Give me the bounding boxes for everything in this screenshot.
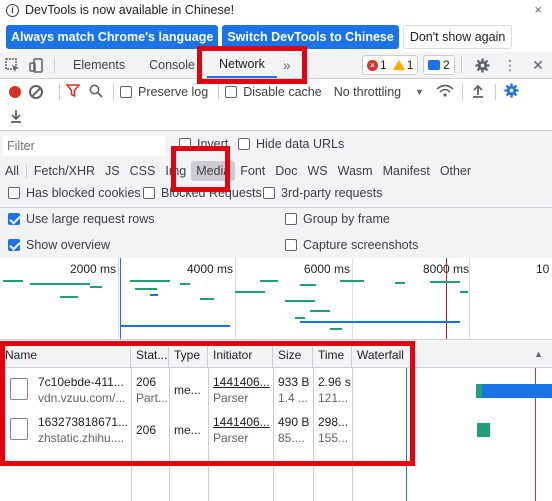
type-filter-ws[interactable]: WS [302,161,332,181]
inspect-element-icon[interactable] [0,52,24,78]
filter-input[interactable] [3,136,165,156]
highlight-requests-box [0,341,415,466]
type-filter-font[interactable]: Font [235,161,270,181]
highlight-media-filter-box [171,146,230,192]
warning-count: 1 [406,58,414,72]
messages-counter[interactable]: 2 [423,55,455,75]
preserve-log-label: Preserve log [138,85,209,99]
disable-cache-check[interactable] [225,86,238,98]
type-filter-doc[interactable]: Doc [270,161,302,181]
type-filter-all[interactable]: All [0,161,24,181]
third-party-check[interactable] [263,187,275,199]
timeline-overview[interactable]: 2000 ms 4000 ms 6000 ms 8000 ms 10 [0,258,552,340]
message-icon [428,60,440,70]
waterfall-bar [481,423,490,437]
network-settings-gear-icon[interactable] [504,83,519,101]
load-event-line [446,258,447,339]
dropdown-arrow-icon: ▼ [415,87,425,97]
blocked-requests-check[interactable] [143,187,155,199]
throttling-select[interactable]: No throttling ▼ [334,85,424,99]
large-rows-checkbox[interactable]: Use large request rows [8,212,155,226]
filter-panel: Invert Hide data URLs All Fetch/XHR JS C… [0,131,552,258]
type-filter-css[interactable]: CSS [125,161,161,181]
waterfall-bar [482,384,552,398]
match-language-button[interactable]: Always match Chrome's language [6,25,219,49]
type-filter-manifest[interactable]: Manifest [378,161,435,181]
network-toolbar-row2 [0,105,552,131]
tab-elements[interactable]: Elements [61,52,137,78]
record-icon[interactable] [9,86,21,98]
hide-data-urls-label: Hide data URLs [256,137,345,151]
blocked-cookies-check[interactable] [8,187,20,199]
message-count: 2 [443,58,450,72]
capture-screenshots-checkbox[interactable]: Capture screenshots [285,238,418,252]
device-toolbar-icon[interactable] [24,52,48,78]
network-conditions-icon[interactable] [436,84,454,101]
error-count: 1 [380,58,387,72]
group-by-frame-check[interactable] [285,213,297,225]
blocked-cookies-label: Has blocked cookies [26,186,141,200]
language-infobar: i DevTools is now available in Chinese! … [0,0,552,52]
close-devtools-icon[interactable]: ✕ [524,52,552,78]
search-icon[interactable] [89,84,103,101]
clear-icon[interactable] [29,85,43,99]
type-filter-wasm[interactable]: Wasm [333,161,378,181]
import-har-icon[interactable] [471,84,485,101]
filter-funnel-icon[interactable] [65,84,81,100]
hide-data-urls-check[interactable] [238,138,250,150]
throttling-value: No throttling [333,85,402,99]
infobar-close-button[interactable]: × [534,2,542,17]
hide-data-urls-checkbox[interactable]: Hide data URLs [238,137,344,151]
warning-icon [392,60,405,70]
infobar-message-row: i DevTools is now available in Chinese! [6,3,234,17]
show-overview-checkbox[interactable]: Show overview [8,238,110,252]
show-overview-check[interactable] [8,239,20,251]
kebab-menu-icon[interactable]: ⋮ [496,52,524,78]
third-party-label: 3rd-party requests [281,186,383,200]
capture-screenshots-check[interactable] [285,239,297,251]
resource-type-filters: All Fetch/XHR JS CSS Img Media Font Doc … [0,160,476,182]
large-rows-check[interactable] [8,213,20,225]
overview-tick-2000: 2000 ms [70,262,117,276]
dont-show-again-button[interactable]: Don't show again [402,25,513,49]
disable-cache-checkbox[interactable]: Disable cache [225,85,322,99]
issue-counters[interactable]: × 1 1 [362,55,419,75]
group-by-frame-label: Group by frame [303,212,390,226]
large-rows-label: Use large request rows [26,212,155,226]
show-overview-label: Show overview [26,238,111,252]
blocked-cookies-checkbox[interactable]: Has blocked cookies [8,186,141,200]
sort-arrow-icon[interactable]: ▲ [534,349,543,359]
type-filter-js[interactable]: JS [100,161,125,181]
third-party-checkbox[interactable]: 3rd-party requests [263,186,382,200]
info-icon: i [6,3,19,17]
type-filter-fetch-xhr[interactable]: Fetch/XHR [29,161,100,181]
overview-tick-4000: 4000 ms [187,262,234,276]
infobar-message: DevTools is now available in Chinese! [25,3,235,17]
dom-content-loaded-line [120,258,121,339]
group-by-frame-checkbox[interactable]: Group by frame [285,212,390,226]
highlight-network-tab-box [197,46,307,84]
capture-screenshots-label: Capture screenshots [303,238,419,252]
preserve-log-check[interactable] [120,86,132,98]
overview-tick-10000: 10 [536,262,550,276]
settings-gear-icon[interactable] [468,52,496,78]
overview-tick-6000: 6000 ms [304,262,351,276]
type-filter-other[interactable]: Other [435,161,476,181]
disable-cache-label: Disable cache [243,85,322,99]
error-icon: × [367,59,378,71]
preserve-log-checkbox[interactable]: Preserve log [120,85,208,99]
export-har-icon[interactable] [9,109,23,126]
